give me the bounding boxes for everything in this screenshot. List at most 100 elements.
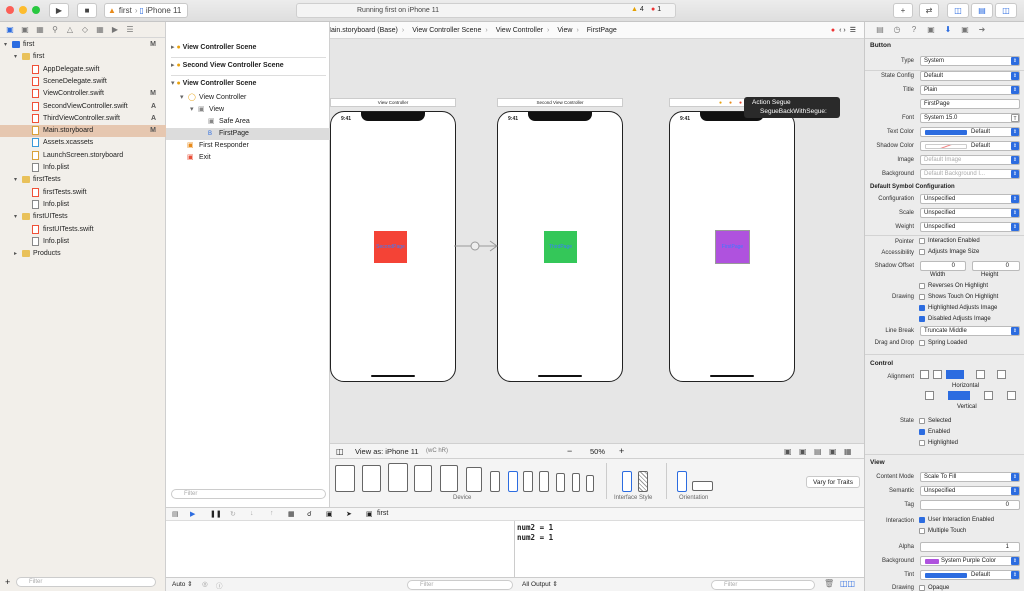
align-fill-icon[interactable] [946, 370, 964, 379]
device-iphone-11[interactable] [508, 471, 518, 492]
issues-arrows-icon[interactable]: ‹ › [839, 27, 846, 34]
view-as-label[interactable]: View as: iPhone 11 [355, 447, 419, 456]
auto-select[interactable]: Auto ⇕ [172, 580, 193, 588]
debug-icon[interactable]: ▦ [95, 25, 105, 35]
navigator-file[interactable]: ViewController.swift M [0, 88, 166, 100]
info-icon[interactable]: ⓘ [216, 580, 223, 590]
navigator-file[interactable]: firstTests.swift [0, 187, 166, 199]
align-leading-icon[interactable] [997, 370, 1006, 379]
scene-title[interactable]: View Controller [330, 98, 456, 107]
device-iphone-se[interactable] [572, 473, 580, 492]
trash-icon[interactable]: 🗑 [824, 579, 834, 588]
code-review-button[interactable]: ⇄ [919, 3, 939, 18]
highlighted-adjusts-checkbox[interactable] [919, 305, 925, 311]
outline-filter[interactable]: Filter [171, 489, 326, 499]
search-icon[interactable]: ⚲ [50, 25, 60, 35]
align-vfill-icon[interactable] [1007, 391, 1016, 400]
background-image-field[interactable]: Default Background I... ⇕ [920, 169, 1020, 179]
history-icon[interactable]: ◷ [892, 25, 902, 35]
configuration-popup[interactable]: Unspecified ⇕ [920, 194, 1020, 204]
step-over-icon[interactable]: ↻ [230, 510, 236, 518]
alpha-field[interactable]: 1 [920, 542, 1020, 552]
device-iphone-pro[interactable] [523, 471, 533, 492]
add-file-icon[interactable]: + [5, 577, 10, 587]
help-icon[interactable]: ? [909, 25, 919, 35]
iphone-frame[interactable]: 9:41 SecondPage [330, 111, 456, 382]
device-iphone-8[interactable] [556, 473, 565, 492]
type-popup[interactable]: System ⇕ [920, 56, 1020, 66]
outline-item-selected[interactable]: B FirstPage [166, 128, 330, 140]
tag-field[interactable]: 0 [920, 500, 1020, 510]
variables-view[interactable] [166, 521, 515, 579]
navigator-file[interactable]: Info.plist [0, 236, 166, 248]
step-out-icon[interactable]: ↑ [270, 510, 274, 517]
device-iphone-8plus[interactable] [539, 471, 549, 492]
disclosure-icon[interactable]: ▾ [14, 174, 17, 186]
console-output[interactable]: num2 = 1 num2 = 1 [515, 521, 864, 579]
line-break-popup[interactable]: Truncate Middle ⇕ [920, 326, 1020, 336]
navigator-file[interactable]: Info.plist [0, 162, 166, 174]
shadow-width-field[interactable]: 0 [920, 261, 966, 271]
hide-debug-icon[interactable]: ▤ [172, 510, 179, 518]
connections-icon[interactable]: ➜ [977, 25, 987, 35]
add-constraints-icon[interactable]: ▣ [829, 447, 837, 456]
disclosure-icon[interactable]: ▾ [14, 51, 17, 63]
outline-item[interactable]: ▣ Safe Area [166, 116, 330, 128]
breadcrumb-item[interactable]: View [557, 27, 572, 34]
adjusts-image-size-checkbox[interactable] [919, 249, 925, 255]
related-items-icon[interactable]: ☰ [850, 26, 856, 34]
navigator-file[interactable]: Assets.xcassets [0, 137, 166, 149]
split-view-icon[interactable]: ◫◫ [840, 579, 855, 588]
scene-title[interactable]: Second View Controller [497, 98, 623, 107]
breadcrumb-item[interactable]: View Controller Scene [412, 27, 481, 34]
outline-item[interactable]: ▣ First Responder [166, 140, 330, 152]
navigator-file[interactable]: LaunchScreen.storyboard [0, 150, 166, 162]
device-ipad-small[interactable] [466, 467, 482, 492]
align-center-icon[interactable] [933, 370, 942, 379]
align-left-icon[interactable] [920, 370, 929, 379]
breakpoints-toggle-icon[interactable]: ▶ [190, 510, 195, 518]
environment-icon[interactable]: ▣ [326, 510, 333, 518]
iphone-frame[interactable]: 9:41 ThirdPage [497, 111, 623, 382]
reverses-checkbox[interactable] [919, 283, 925, 289]
resolve-issues-icon[interactable]: ▦ [844, 447, 852, 456]
device-ipad-mini[interactable] [440, 465, 458, 492]
breadcrumb-item[interactable]: View Controller [496, 27, 543, 34]
enabled-checkbox[interactable] [919, 429, 925, 435]
shows-touch-checkbox[interactable] [919, 294, 925, 300]
device-ipad[interactable] [414, 465, 432, 492]
align-middle-icon[interactable] [948, 391, 970, 400]
stop-button[interactable]: ■ [77, 3, 97, 18]
error-badge[interactable]: ● 1 [651, 6, 661, 13]
scene-row[interactable]: ▸ ● View Controller Scene [166, 40, 330, 56]
opaque-checkbox[interactable] [919, 585, 925, 591]
navigator-file[interactable]: firstUITests.swift [0, 224, 166, 236]
update-frames-icon[interactable]: ▣ [784, 447, 792, 456]
navigator-file[interactable]: Main.storyboard M [0, 125, 166, 138]
scene-row[interactable]: ▾ ● View Controller Scene [166, 76, 330, 92]
navigator-file[interactable]: ThirdViewController.swift A [0, 113, 166, 125]
vertical-alignment-control[interactable] [925, 391, 1021, 402]
highlighted-checkbox[interactable] [919, 440, 925, 446]
scene-row[interactable]: ▸ ● Second View Controller Scene [166, 58, 330, 74]
device-iphone-4[interactable] [586, 475, 594, 492]
image-field[interactable]: Default Image ⇕ [920, 155, 1020, 165]
first-page-button[interactable]: FirstPage [715, 230, 750, 264]
content-mode-popup[interactable]: Scale To Fill ⇕ [920, 472, 1020, 482]
eye-icon[interactable]: ◎ [202, 580, 208, 588]
breadcrumb-item[interactable]: FirstPage [587, 27, 617, 34]
toggle-navigator-button[interactable]: ◫ [947, 3, 969, 18]
horizontal-alignment-control[interactable] [920, 370, 1020, 381]
weight-popup[interactable]: Unspecified ⇕ [920, 222, 1020, 232]
pointer-checkbox[interactable] [919, 238, 925, 244]
tint-popup[interactable]: Default ⇕ [920, 570, 1020, 580]
test-icon[interactable]: ◇ [80, 25, 90, 35]
scheme-selector[interactable]: ▲ first › ▯ iPhone 11 [104, 3, 188, 18]
device-iphone-max[interactable] [490, 471, 500, 492]
landscape-orientation[interactable] [692, 481, 713, 491]
attributes-icon[interactable]: ⬇ [943, 25, 953, 35]
font-field[interactable]: System 15.0 T [920, 113, 1020, 123]
title-text-field[interactable]: FirstPage [920, 99, 1020, 109]
align-right-icon[interactable] [976, 370, 985, 379]
variables-filter[interactable]: Filter [407, 580, 513, 590]
